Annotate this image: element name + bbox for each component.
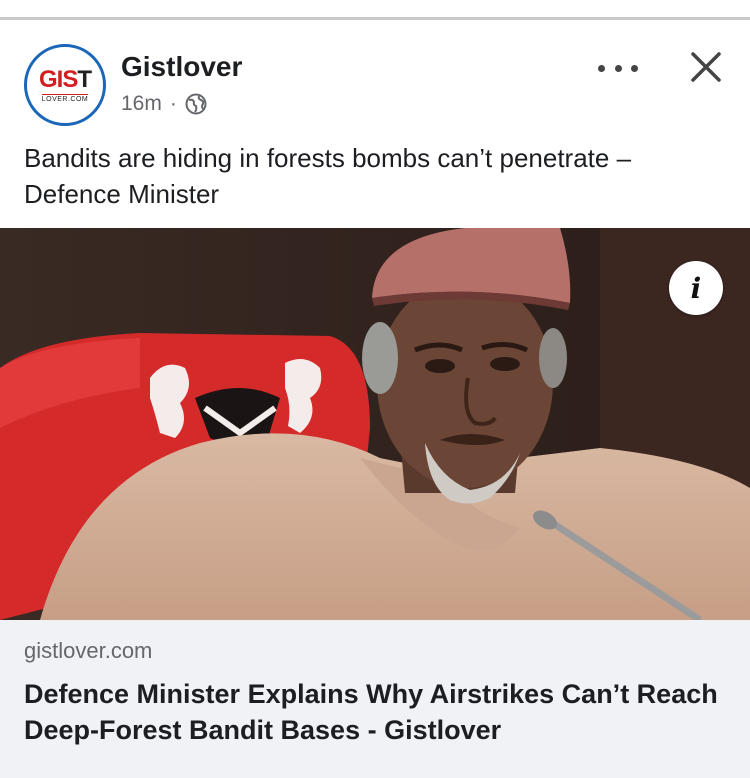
- top-divider: [0, 0, 750, 20]
- link-domain: gistlover.com: [24, 638, 153, 663]
- meta-separator: ·: [169, 92, 177, 115]
- more-dot: [614, 64, 622, 72]
- minister-photo: [0, 228, 750, 620]
- post-meta: 16m ·: [121, 92, 207, 116]
- feed-post: GIST LOVER.COM Gistlover 16m · Bandits a…: [0, 23, 750, 778]
- post-caption: Bandits are hiding in forests bombs can’…: [24, 143, 632, 209]
- post-timestamp[interactable]: 16m: [121, 92, 162, 116]
- post-image[interactable]: i: [0, 228, 750, 620]
- close-button[interactable]: [686, 47, 726, 87]
- avatar-logo: GIST: [38, 65, 92, 93]
- more-dot: [631, 64, 638, 72]
- page-avatar[interactable]: GIST LOVER.COM: [24, 44, 106, 126]
- avatar-logo-subtext: LOVER.COM: [41, 93, 89, 103]
- more-options-button[interactable]: [598, 53, 638, 83]
- close-icon: [691, 52, 721, 82]
- info-icon: i: [690, 271, 702, 305]
- globe-icon: [185, 93, 207, 115]
- more-dot: [598, 64, 605, 72]
- link-headline: Defence Minister Explains Why Airstrikes…: [24, 679, 718, 745]
- author-name[interactable]: Gistlover: [121, 51, 242, 83]
- link-preview-card[interactable]: gistlover.com Defence Minister Explains …: [0, 620, 750, 778]
- info-button[interactable]: i: [669, 261, 723, 315]
